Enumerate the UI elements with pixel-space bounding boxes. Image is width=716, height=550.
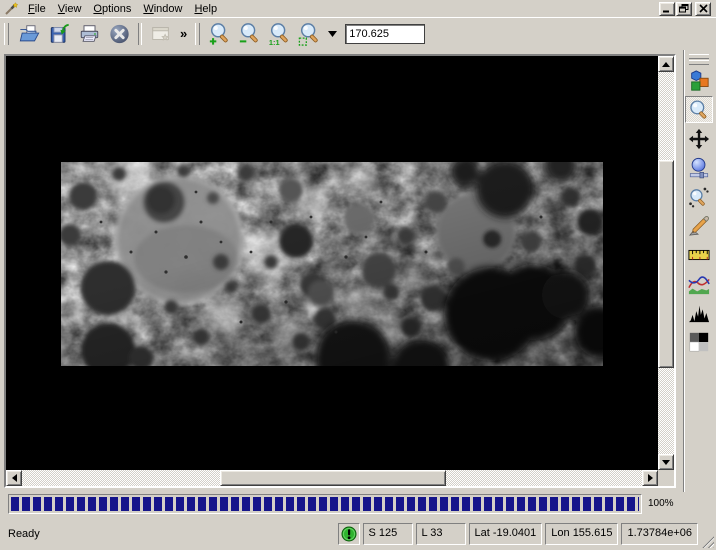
open-button[interactable] [15,21,43,47]
zoom-actual-size-button[interactable]: 1:1 [266,21,294,47]
sidebar-grip[interactable] [689,60,709,65]
menu-window[interactable]: Window [137,2,188,16]
resize-grip[interactable] [701,535,714,548]
zoom-in-icon [207,22,233,46]
image-canvas[interactable] [6,56,658,470]
toolbar-grip[interactable] [2,23,11,45]
status-bar: Ready S 125 L 33 Lat -19.0401 Lon 155.61… [0,518,716,550]
status-sample-panel: S 125 [363,523,413,545]
vertical-scroll-thumb[interactable] [658,160,674,368]
window-icon [149,23,173,45]
magnifier-icon [688,99,710,121]
sphere-slider-icon [688,157,710,179]
printer-icon [78,23,101,45]
status-ready-text: Ready [8,528,40,540]
chevron-down-icon [328,31,337,37]
image-viewport [4,54,676,488]
zoom-fit-icon [297,22,323,46]
close-circle-icon [108,23,131,45]
curves-icon [688,273,710,295]
stretch-tool-button[interactable] [685,154,713,181]
zoom-dropdown-arrow[interactable] [325,21,339,47]
status-panels: S 125 L 33 Lat -19.0401 Lon 155.615 1.73… [338,523,699,545]
measure-tool-button[interactable] [685,241,713,268]
restore-button[interactable] [676,2,692,16]
restore-icon [679,4,689,13]
edit-tool-button[interactable] [685,212,713,239]
pencil-icon [688,215,710,237]
status-pixel-value-panel: 1.73784e+06 [621,523,698,545]
colored-shapes-icon [688,70,710,92]
zoom-tool-button[interactable] [685,96,713,123]
print-button[interactable] [75,21,103,47]
arrow-down-icon [662,460,670,465]
image-viewer-window: File View Options Window Help [0,0,716,550]
progress-percent-label: 100% [648,498,674,509]
toolbar-overflow-chevron[interactable]: » [176,26,191,41]
checkerboard-icon [688,331,710,353]
histogram-tool-button[interactable] [685,299,713,326]
brush-icon [3,2,19,16]
arrow-left-icon [12,474,17,482]
ruler-icon [688,244,710,266]
menu-view[interactable]: View [52,2,88,16]
minimize-icon [662,4,672,13]
progress-bar [8,494,642,514]
scroll-up-button[interactable] [658,56,674,72]
horizontal-scrollbar[interactable] [6,470,658,486]
zoom-out-button[interactable] [236,21,264,47]
sidebar-grip[interactable] [689,54,709,59]
close-button[interactable] [695,2,711,16]
progress-blocks [11,497,639,511]
status-line-panel: L 33 [416,523,466,545]
scroll-right-button[interactable] [642,470,658,486]
find-tool-button[interactable] [685,183,713,210]
zoom-toolbar-grip[interactable] [193,23,202,45]
zoom-value-input[interactable] [345,24,425,44]
zoom-out-icon [237,22,263,46]
minimize-button[interactable] [659,2,675,16]
zoom-1-to-1-icon: 1:1 [267,22,293,46]
histogram-icon [688,302,710,324]
magnifier-dots-icon [688,186,710,208]
status-message-panel[interactable] [338,523,360,545]
menu-bar: File View Options Window Help [0,0,716,18]
workspace [0,48,716,492]
green-exclamation-icon [341,526,357,542]
tool-sidebar [684,50,714,516]
close-icon [699,4,708,13]
close-file-button[interactable] [105,21,133,47]
menu-help[interactable]: Help [188,2,223,16]
arrow-up-icon [662,62,670,67]
pan-tool-button[interactable] [685,125,713,152]
scroll-down-button[interactable] [658,454,674,470]
scroll-left-button[interactable] [6,470,22,486]
menu-options[interactable]: Options [87,2,137,16]
progress-row: 100% [0,492,716,518]
svg-text:1:1: 1:1 [269,38,280,46]
open-folder-icon [18,23,41,45]
new-window-button-disabled [147,21,175,47]
window-controls [658,2,711,16]
zoom-fit-button[interactable] [296,21,324,47]
stats-tool-button[interactable] [685,328,713,355]
plot-tool-button[interactable] [685,270,713,297]
arrow-right-icon [648,474,653,482]
band-selection-tool-button[interactable] [685,67,713,94]
zoom-in-button[interactable] [206,21,234,47]
menu-file[interactable]: File [22,2,52,16]
vertical-scrollbar[interactable] [658,56,674,470]
toolbar-separator [138,23,142,45]
four-way-arrow-icon [688,128,710,150]
status-longitude-panel: Lon 155.615 [545,523,618,545]
main-toolbar: » 1:1 [0,17,716,49]
cube-image[interactable] [61,162,603,366]
horizontal-scroll-thumb[interactable] [220,470,446,486]
scrollbar-corner [658,470,674,486]
status-latitude-panel: Lat -19.0401 [469,523,543,545]
save-floppy-icon [48,23,71,45]
save-button[interactable] [45,21,73,47]
